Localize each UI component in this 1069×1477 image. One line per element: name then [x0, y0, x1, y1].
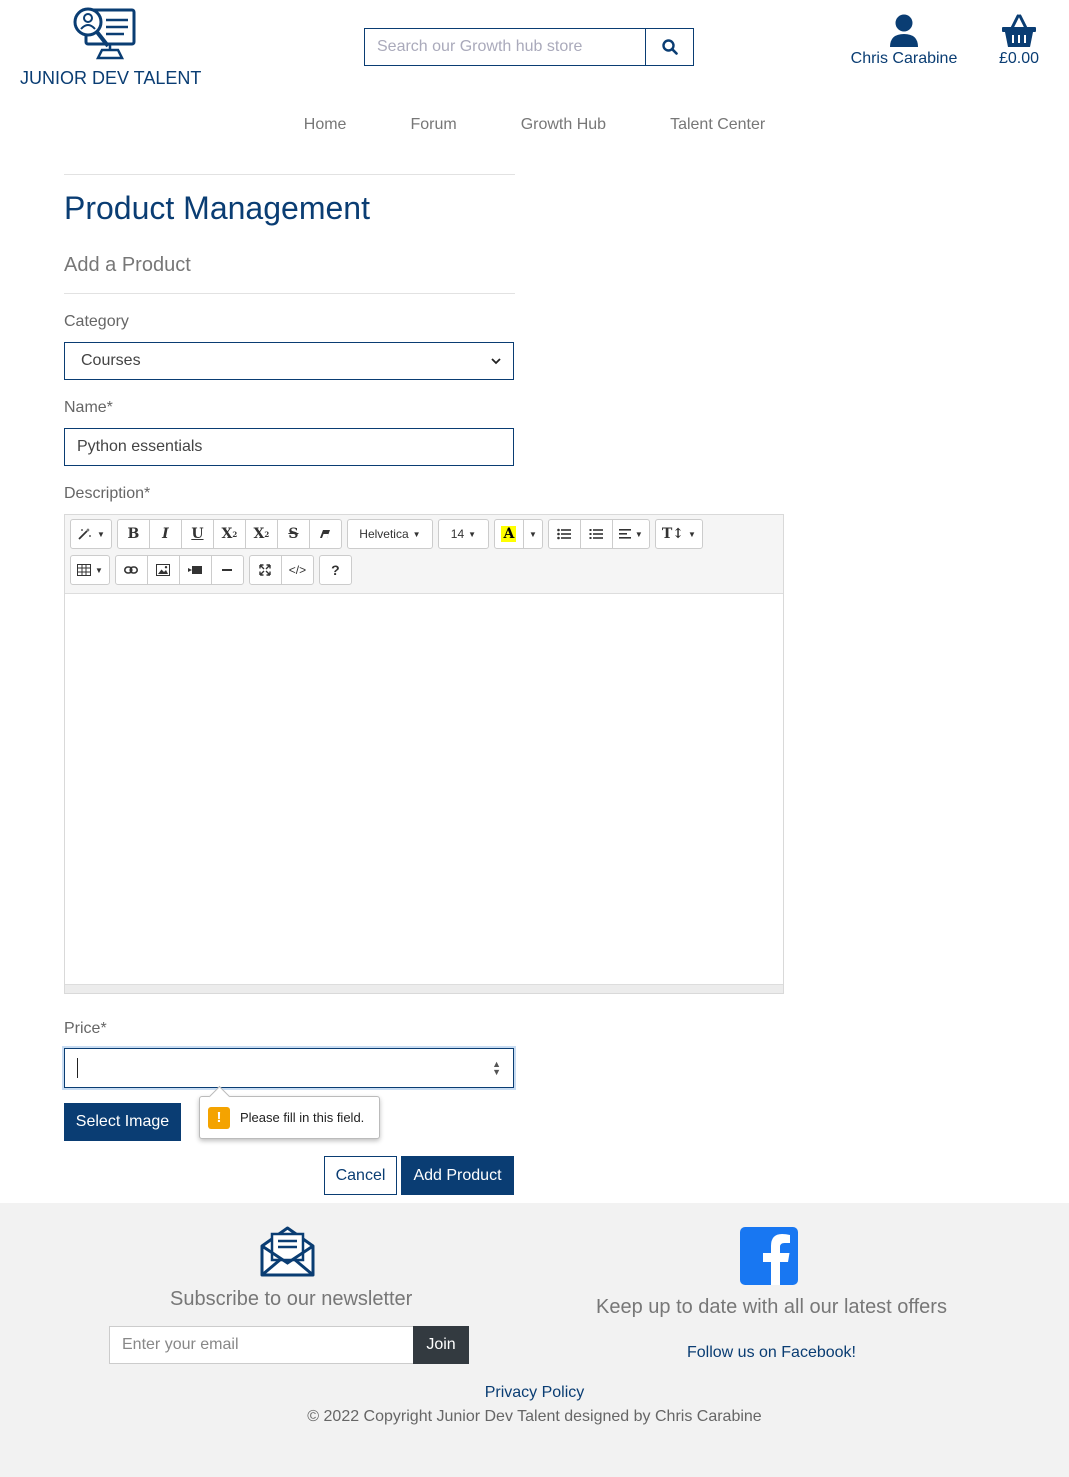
numbered-list-icon	[589, 529, 604, 539]
superscript-button[interactable]: X2	[212, 519, 246, 549]
page-title: Product Management	[64, 190, 370, 226]
validation-message: Please fill in this field.	[240, 1110, 365, 1125]
expand-icon	[259, 564, 272, 576]
validation-tooltip: ! Please fill in this field.	[199, 1096, 380, 1139]
price-label: Price*	[64, 1020, 107, 1037]
bullet-list-icon	[557, 528, 572, 540]
newsletter-email-input[interactable]: Enter your email	[109, 1326, 414, 1364]
unordered-list-button[interactable]	[547, 519, 581, 549]
shopping-basket-icon	[1002, 14, 1036, 47]
developer-logo-icon	[73, 7, 136, 60]
editor-resize-handle[interactable]	[65, 984, 783, 993]
store-search	[364, 28, 694, 66]
facebook-icon[interactable]	[740, 1227, 798, 1285]
font-family-value: Helvetica	[359, 527, 409, 541]
line-height-dropdown[interactable]: T↕ ▼	[654, 519, 703, 549]
fullscreen-button[interactable]	[248, 555, 282, 585]
text-cursor	[77, 1058, 78, 1078]
join-button[interactable]: Join	[413, 1326, 469, 1364]
strikethrough-button[interactable]: S	[276, 519, 310, 549]
insert-video-button[interactable]	[178, 555, 212, 585]
link-icon	[124, 566, 139, 574]
page-subtitle: Add a Product	[64, 254, 191, 276]
logo-text: JUNIOR DEV TALENT	[20, 68, 202, 88]
description-label: Description*	[64, 485, 151, 502]
underline-button[interactable]: U	[180, 519, 214, 549]
category-label: Category	[64, 313, 129, 330]
add-product-button[interactable]: Add Product	[401, 1156, 514, 1195]
envelope-newsletter-icon	[260, 1226, 315, 1277]
minus-icon	[222, 569, 233, 571]
basket-total: £0.00	[998, 50, 1040, 67]
font-family-dropdown[interactable]: Helvetica ▼	[346, 519, 433, 549]
horizontal-rule-button[interactable]	[210, 555, 244, 585]
editor-toolbar: ▼ B I U X2 X2 S Helvetica ▼ 14 ▼ A ▼ ▼ T…	[65, 515, 783, 593]
editor-content-area[interactable]	[65, 593, 783, 985]
search-icon	[661, 39, 678, 55]
account-link[interactable]: Chris Carabine	[846, 14, 962, 68]
align-left-icon	[618, 529, 631, 539]
insert-image-button[interactable]	[146, 555, 180, 585]
search-button[interactable]	[645, 29, 693, 65]
line-height-icon: T↕	[661, 526, 684, 542]
name-value: Python essentials	[77, 438, 203, 455]
select-image-button[interactable]: Select Image	[64, 1103, 181, 1141]
warning-icon: !	[208, 1106, 230, 1129]
table-icon	[77, 564, 91, 576]
ordered-list-button[interactable]	[579, 519, 613, 549]
highlight-a-icon: A	[501, 526, 517, 542]
bold-button[interactable]: B	[116, 519, 150, 549]
number-spinner-icon[interactable]: ▲ ▼	[492, 1060, 501, 1077]
search-input[interactable]	[365, 29, 645, 65]
copyright-text: © 2022 Copyright Junior Dev Talent desig…	[307, 1408, 762, 1425]
nav-talent-center[interactable]: Talent Center	[670, 116, 765, 134]
font-size-dropdown[interactable]: 14 ▼	[437, 519, 489, 549]
price-input[interactable]: ▲ ▼	[64, 1048, 514, 1088]
divider	[64, 174, 515, 175]
site-logo[interactable]: JUNIOR DEV TALENT	[20, 6, 202, 92]
nav-forum[interactable]: Forum	[410, 116, 456, 134]
video-icon	[188, 566, 203, 574]
offers-text: Keep up to date with all our latest offe…	[596, 1296, 947, 1318]
nav-growth-hub[interactable]: Growth Hub	[521, 116, 606, 134]
color-dropdown-button[interactable]: ▼	[522, 519, 543, 549]
cancel-button[interactable]: Cancel	[324, 1156, 397, 1195]
magic-wand-icon	[78, 528, 91, 540]
table-dropdown[interactable]: ▼	[70, 555, 110, 585]
eraser-icon	[320, 530, 331, 538]
code-icon: </>	[288, 563, 307, 577]
insert-link-button[interactable]	[114, 555, 148, 585]
category-value: Courses	[81, 352, 141, 369]
divider	[64, 293, 515, 294]
style-button[interactable]: ▼	[70, 519, 112, 549]
email-placeholder: Enter your email	[122, 1336, 239, 1353]
privacy-policy-link[interactable]: Privacy Policy	[0, 1384, 1069, 1402]
code-view-button[interactable]: </>	[280, 555, 314, 585]
clear-format-button[interactable]	[308, 519, 342, 549]
picture-icon	[156, 564, 171, 576]
italic-button[interactable]: I	[148, 519, 182, 549]
name-input[interactable]: Python essentials	[64, 428, 514, 466]
nav-home[interactable]: Home	[304, 116, 347, 134]
newsletter-title: Subscribe to our newsletter	[170, 1288, 413, 1310]
paragraph-align-dropdown[interactable]: ▼	[611, 519, 650, 549]
user-icon	[890, 14, 918, 47]
category-select[interactable]: Courses	[64, 342, 514, 380]
text-color-button[interactable]: A	[493, 519, 524, 549]
subscript-button[interactable]: X2	[244, 519, 278, 549]
rich-text-editor: ▼ B I U X2 X2 S Helvetica ▼ 14 ▼ A ▼ ▼ T…	[64, 514, 784, 994]
question-mark-icon: ?	[331, 562, 340, 578]
main-nav: Home Forum Growth Hub Talent Center	[0, 116, 1069, 134]
name-label: Name*	[64, 399, 113, 416]
basket-link[interactable]: £0.00	[990, 14, 1048, 68]
chevron-down-icon	[491, 358, 501, 365]
help-button[interactable]: ?	[318, 555, 352, 585]
font-size-value: 14	[450, 527, 465, 541]
account-name: Chris Carabine	[850, 50, 958, 67]
facebook-link[interactable]: Follow us on Facebook!	[687, 1344, 856, 1362]
